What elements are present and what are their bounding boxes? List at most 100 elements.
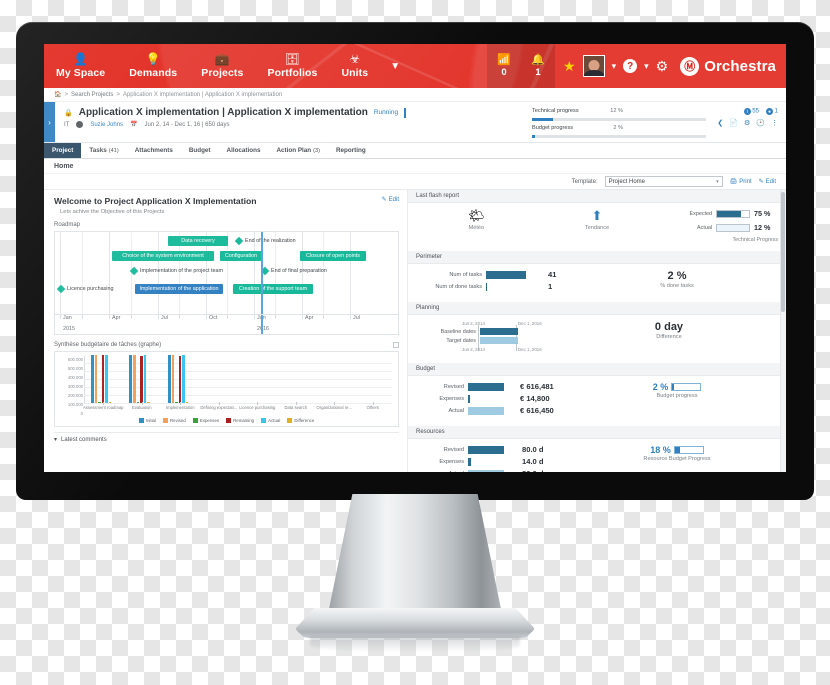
nav-item-projects[interactable]: 💼 Projects [189, 44, 255, 88]
info-count-group[interactable]: i 55 [743, 108, 759, 115]
x-tick-label: Evaluation [131, 405, 152, 410]
document-icon[interactable]: 📄 [729, 119, 738, 127]
latest-comments-toggle[interactable]: ▾ Latest comments [54, 432, 399, 446]
chart-options-icon[interactable] [393, 342, 399, 348]
bar[interactable] [167, 355, 171, 403]
page-title: Application X implementation | Applicati… [78, 107, 368, 118]
roadmap-milestone[interactable]: End of final preparation [260, 266, 327, 276]
nav-more-caret[interactable]: ▼ [380, 44, 410, 88]
roadmap-panel: Data recovery End of the realization Cho… [54, 231, 399, 335]
kv-row-actual: Actual 80.0 d [416, 469, 576, 472]
clock-icon[interactable]: 🕑 [756, 119, 765, 127]
nav-item-units[interactable]: ☣ Units [329, 44, 380, 88]
user-menu-caret-icon[interactable]: ▾ [612, 61, 617, 72]
bar[interactable] [178, 356, 182, 403]
roadmap-task[interactable]: Creation of the support team [233, 284, 313, 294]
kv-bar [468, 382, 504, 391]
edit-button[interactable]: ✎ Edit [759, 178, 776, 186]
tab-project[interactable]: Project [44, 143, 82, 158]
sidebar-expand-toggle[interactable]: › [44, 102, 55, 142]
bar[interactable] [94, 355, 98, 403]
gear-icon[interactable]: ⚙ [656, 58, 669, 75]
gear-icon[interactable]: ⚙ [744, 119, 750, 127]
bar[interactable] [140, 356, 143, 403]
share-icon[interactable]: ❮ [717, 119, 723, 127]
alerts-button[interactable]: 🔔 1 [521, 44, 556, 88]
print-button[interactable]: 🖨 Print [730, 178, 752, 186]
roadmap-milestone[interactable]: Implementation of the project team [129, 266, 223, 276]
tab-count: (41) [108, 147, 119, 154]
tab-tasks[interactable]: Tasks (41) [81, 143, 126, 158]
star-icon[interactable]: ★ [563, 58, 576, 75]
planning-top-end: Dec 1, 2016 [518, 321, 542, 326]
bar[interactable] [98, 401, 101, 403]
legend-item[interactable]: Initial [138, 417, 156, 423]
legend-swatch [287, 417, 293, 423]
welcome-edit-button[interactable]: ✎ Edit [382, 196, 399, 204]
roadmap-task[interactable]: Data recovery [168, 236, 228, 246]
help-menu-caret-icon[interactable]: ▾ [644, 61, 649, 72]
tendance-label: Tendance [584, 225, 610, 231]
roadmap-task[interactable]: Choice of the system environment [112, 251, 214, 261]
bar[interactable] [185, 402, 189, 403]
roadmap-task[interactable]: Closure of open points [300, 251, 366, 261]
legend-item[interactable]: Revised [162, 417, 186, 423]
feed-button[interactable]: 📶 0 [487, 44, 522, 88]
nav-item-my-space[interactable]: 👤 My Space [44, 44, 117, 88]
bar[interactable] [129, 355, 133, 403]
roadmap-task[interactable]: Configuration [220, 251, 262, 261]
x-tick-label: Others [366, 405, 380, 410]
legend-item[interactable]: Difference [287, 417, 314, 423]
roadmap-task[interactable]: Implementation of the application [135, 284, 223, 294]
nav-item-demands[interactable]: 💡 Demands [117, 44, 189, 88]
right-panel-scrollbar[interactable] [780, 190, 786, 472]
chevron-down-icon: ▾ [716, 178, 719, 185]
legend-label: Revised [169, 417, 186, 423]
planning-bottom-start: Jun 2, 2014 [462, 347, 485, 352]
kpi-value: 2 % [652, 382, 669, 392]
legend-swatch [192, 417, 198, 423]
legend-item[interactable]: Remaining [226, 417, 254, 423]
kv-row-revised: Revised 80.0 d [416, 445, 576, 454]
breadcrumb: 🏠 > Search Projects > Application X impl… [44, 88, 786, 102]
kv-label: Revised [443, 383, 464, 390]
budget-kpi: 2 % Budget progress [576, 382, 778, 399]
template-select[interactable]: Project Home ▾ [604, 176, 723, 187]
nav-item-portfolios[interactable]: 🗄 Portfolios [255, 44, 329, 88]
more-vertical-icon[interactable]: ⋮ [771, 119, 778, 127]
roadmap-gantt: Data recovery End of the realization Cho… [55, 232, 398, 314]
monitor: 👤 My Space 💡 Demands 💼 Projects 🗄 Portfo… [16, 22, 814, 500]
project-owner[interactable]: Suzie Johns [90, 122, 123, 128]
bar[interactable] [133, 355, 136, 403]
comment-count-group[interactable]: ● 1 [765, 108, 778, 115]
home-icon[interactable]: 🏠 [54, 91, 61, 98]
legend-item[interactable]: Actual [261, 417, 280, 423]
legend-item[interactable]: Expenses [192, 417, 219, 423]
bar[interactable] [182, 355, 185, 403]
tab-action-plan[interactable]: Action Plan (3) [268, 143, 327, 158]
tab-attachments[interactable]: Attachments [127, 143, 181, 158]
tab-reporting[interactable]: Reporting [328, 143, 374, 158]
tab-allocations[interactable]: Allocations [219, 143, 269, 158]
bar[interactable] [175, 401, 178, 403]
scrollbar-thumb[interactable] [781, 192, 785, 312]
breadcrumb-link-search-projects[interactable]: Search Projects [71, 92, 113, 98]
planning-gantt: Jun 2, 2014 Dec 1, 2016 Baseline dates T… [430, 321, 560, 355]
bar[interactable] [143, 355, 147, 403]
roadmap-milestone[interactable]: Licence purchasing [56, 284, 113, 294]
roadmap-milestone[interactable]: End of the realization [234, 236, 296, 246]
bar[interactable] [90, 355, 94, 403]
bar[interactable] [101, 355, 105, 403]
bar[interactable] [105, 355, 108, 403]
progress-fill [532, 118, 553, 121]
progress-row-technical: Technical progress 12 % [532, 108, 706, 114]
bar[interactable] [136, 401, 140, 403]
bar[interactable] [171, 355, 175, 403]
perimeter-body: Num of tasks 41 Num of done tasks 1 2 % … [408, 264, 786, 302]
avatar[interactable] [582, 55, 605, 77]
bar[interactable] [108, 402, 112, 403]
kv-bar [468, 457, 471, 466]
help-icon[interactable]: ? [623, 59, 638, 73]
tab-budget[interactable]: Budget [181, 143, 219, 158]
bar[interactable] [147, 402, 150, 403]
